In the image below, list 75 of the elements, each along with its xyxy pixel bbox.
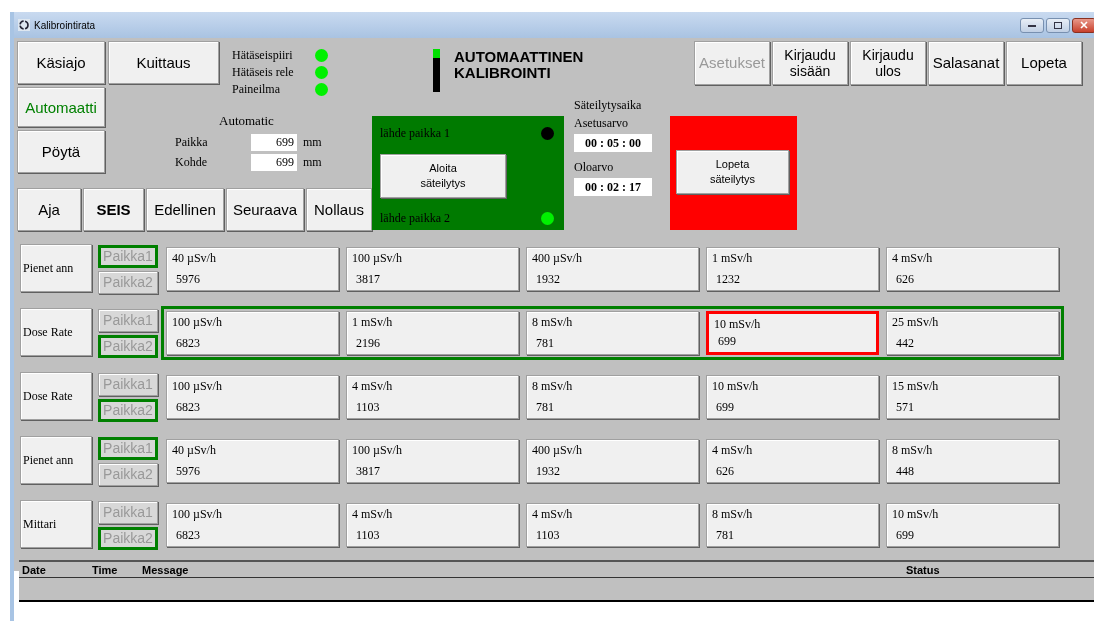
calibration-point-button[interactable]: 10 mSv/h 699	[886, 503, 1059, 547]
start-button[interactable]: Aloita säteilytys	[380, 154, 506, 198]
column-header: Status	[906, 563, 940, 576]
toolbar-button[interactable]: Lopeta	[1006, 41, 1082, 85]
calibration-point-button[interactable]: 8 mSv/h 781	[526, 311, 699, 355]
calibration-point-button[interactable]: 8 mSv/h 781	[526, 375, 699, 419]
nav-button[interactable]: SEIS	[83, 188, 144, 231]
position-field[interactable]: 699	[251, 133, 297, 151]
calibration-point-button[interactable]: 400 µSv/h 1932	[526, 247, 699, 291]
calibration-point-button[interactable]: 8 mSv/h 781	[706, 503, 879, 547]
row-label-button[interactable]: Pienet ann	[20, 244, 92, 292]
nav-button[interactable]: Aja	[17, 188, 81, 231]
close-button[interactable]	[1072, 17, 1094, 33]
calibration-point-button[interactable]: 15 mSv/h 571	[886, 375, 1059, 419]
nav-button[interactable]: Seuraava	[226, 188, 304, 231]
minimize-icon	[1028, 23, 1036, 27]
actual-field: 00 : 02 : 17	[574, 178, 652, 196]
timer-title: Säteilytysaika	[574, 97, 643, 114]
heading-text: AUTOMAATTINEN KALIBROINTI	[454, 49, 584, 81]
column-header: Time	[92, 563, 119, 576]
calibration-point-button[interactable]: 10 mSv/h 699	[706, 375, 879, 419]
acknowledge-button[interactable]: Kuittaus	[108, 41, 219, 84]
calibration-point-button[interactable]: 1 mSv/h 2196	[346, 311, 519, 355]
calibration-point-button[interactable]: 400 µSv/h 1932	[526, 439, 699, 483]
calibration-point-button[interactable]: 25 mSv/h 442	[886, 311, 1059, 355]
calibration-point-button[interactable]: 100 µSv/h 3817	[346, 439, 519, 483]
calibration-point-button[interactable]: 4 mSv/h 1103	[346, 375, 519, 419]
toolbar-button[interactable]: Kirjaudu sisään	[772, 41, 848, 85]
calibration-point-button[interactable]: 4 mSv/h 626	[886, 247, 1059, 291]
calibration-point-button[interactable]: 100 µSv/h 6823	[166, 311, 339, 355]
toolbar-button[interactable]: Kirjaudu ulos	[850, 41, 926, 85]
field-label: Paikka	[175, 134, 209, 150]
indicator-label: Hätäseispiiri	[232, 47, 293, 63]
minimize-button[interactable]	[1020, 17, 1044, 33]
nav-button[interactable]: Edellinen	[146, 188, 224, 231]
calibration-point-button[interactable]: 4 mSv/h 1103	[346, 503, 519, 547]
row-label-button[interactable]: Mittari	[20, 500, 92, 548]
row-label-button[interactable]: Dose Rate	[20, 308, 92, 356]
calibration-point-button[interactable]: 100 µSv/h 6823	[166, 375, 339, 419]
calibration-point-button[interactable]: 100 µSv/h 3817	[346, 247, 519, 291]
mode-label: Automatic	[219, 113, 275, 129]
source-label: lähde paikka 2	[380, 211, 450, 226]
calibration-point-button[interactable]: 8 mSv/h 448	[886, 439, 1059, 483]
close-icon	[1080, 21, 1088, 29]
stop-button[interactable]: Lopeta säteilytys	[676, 150, 789, 194]
mode-button[interactable]: Automaatti	[17, 87, 105, 127]
column-header: Date	[22, 563, 47, 576]
toolbar-button[interactable]: Salasanat	[928, 41, 1004, 85]
unit-label: mm	[303, 134, 322, 150]
row-label-button[interactable]: Pienet ann	[20, 436, 92, 484]
calibration-point-button[interactable]: 10 mSv/h 699	[706, 311, 879, 355]
calibration-point-button[interactable]: 1 mSv/h 1232	[706, 247, 879, 291]
indicator-label: Hätäseis rele	[232, 64, 294, 80]
indicator-label: Paineilma	[232, 81, 280, 97]
window-title: Kalibrointirata	[34, 19, 96, 31]
position-field[interactable]: 699	[251, 153, 297, 171]
calibration-point-button[interactable]: 100 µSv/h 6823	[166, 503, 339, 547]
nav-button[interactable]: Nollaus	[306, 188, 372, 231]
app-icon	[18, 19, 30, 31]
source-label: lähde paikka 1	[380, 126, 450, 141]
calibration-point-button[interactable]: 4 mSv/h 1103	[526, 503, 699, 547]
actual-label: Oloarvo	[574, 159, 615, 176]
calibration-point-button[interactable]: 4 mSv/h 626	[706, 439, 879, 483]
row-label-button[interactable]: Dose Rate	[20, 372, 92, 420]
unit-label: mm	[303, 154, 322, 170]
calibration-point-button[interactable]: 40 µSv/h 5976	[166, 247, 339, 291]
setpoint-label: Asetusarvo	[574, 115, 629, 132]
maximize-icon	[1054, 21, 1062, 29]
column-header: Message	[142, 563, 190, 576]
field-label: Kohde	[175, 154, 208, 170]
mode-button[interactable]: Käsiajo	[17, 41, 105, 84]
maximize-button[interactable]	[1046, 17, 1070, 33]
setpoint-field: 00 : 05 : 00	[574, 134, 652, 152]
calibration-point-button[interactable]: 40 µSv/h 5976	[166, 439, 339, 483]
mode-button[interactable]: Pöytä	[17, 130, 105, 173]
